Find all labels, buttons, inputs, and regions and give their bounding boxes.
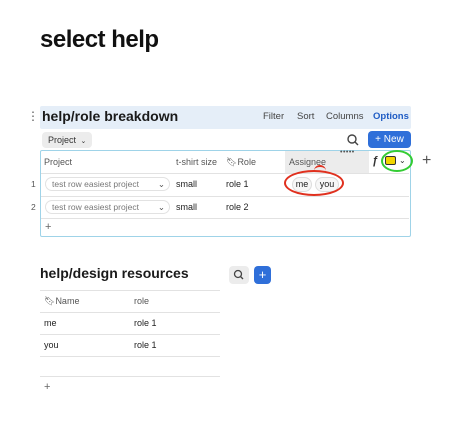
column-header-name-label: Name [55, 296, 80, 306]
page-title: select help [40, 26, 159, 53]
red-annotation-circle [284, 170, 344, 196]
add-column-button[interactable]: + [422, 152, 431, 170]
add-row-button[interactable]: + [45, 221, 51, 233]
column-header-role[interactable]: 🔖︎Role [226, 157, 256, 168]
role-cell[interactable]: role 1 [134, 340, 157, 350]
row-divider [40, 290, 220, 291]
row-number: 1 [31, 179, 36, 189]
db1-title[interactable]: help/role breakdown [42, 108, 178, 124]
project-filter-pill[interactable]: Project ⌄ [42, 132, 93, 148]
row-number: 2 [31, 202, 36, 212]
new-button-label: New [383, 134, 404, 145]
project-chip[interactable]: test row easiest project ⌄ [45, 177, 170, 191]
name-cell[interactable]: you [44, 340, 59, 350]
row-divider [41, 196, 409, 197]
column-header-tshirt-size[interactable]: t-shirt size [176, 157, 217, 167]
column-header-role-label: Role [237, 157, 256, 167]
db2-search-button[interactable] [229, 266, 249, 284]
db1-filter-row: Project ⌄ + New [40, 131, 411, 149]
db1-table: Project t-shirt size 🔖︎Role Assignee 1 t… [31, 150, 411, 237]
role-cell[interactable]: role 1 [134, 318, 157, 328]
chevron-down-icon: ⌄ [157, 202, 165, 212]
bookmark-icon: 🔖︎ [226, 157, 238, 167]
column-resize-dots[interactable]: ••••• [340, 149, 355, 156]
db2-add-row-button[interactable]: + [44, 381, 50, 393]
formula-icon[interactable]: ƒ [372, 155, 378, 167]
column-header-name[interactable]: 🔖︎Name [44, 296, 79, 307]
db2-add-button[interactable]: + [254, 266, 271, 284]
search-icon[interactable] [345, 132, 361, 148]
filter-button[interactable]: Filter [263, 111, 284, 122]
options-button[interactable]: Options [373, 111, 409, 122]
column-header-project[interactable]: Project [44, 157, 72, 167]
row-divider [40, 376, 220, 377]
sort-button[interactable]: Sort [297, 111, 314, 122]
db1-header: help/role breakdown Filter Sort Columns … [40, 106, 411, 129]
bookmark-icon: 🔖︎ [44, 296, 56, 306]
project-chip-label: test row easiest project [52, 179, 139, 189]
green-annotation-circle [381, 150, 413, 172]
columns-button[interactable]: Columns [326, 111, 364, 122]
new-button[interactable]: + New [368, 131, 411, 148]
role-cell[interactable]: role 2 [226, 202, 249, 212]
row-divider [40, 356, 220, 357]
role-cell[interactable]: role 1 [226, 179, 249, 189]
row-divider [41, 218, 409, 219]
tshirt-size-cell[interactable]: small [176, 179, 197, 189]
project-filter-label: Project [48, 135, 77, 145]
chevron-down-icon: ⌄ [80, 138, 87, 145]
row-divider [40, 312, 220, 313]
block-drag-handle[interactable]: ⋮ [27, 110, 39, 122]
search-icon [233, 269, 244, 280]
db2-title[interactable]: help/design resources [40, 265, 189, 281]
name-cell[interactable]: me [44, 318, 57, 328]
column-header-role[interactable]: role [134, 296, 149, 306]
row-divider [40, 334, 220, 335]
row-divider [41, 173, 409, 174]
project-chip[interactable]: test row easiest project ⌄ [45, 200, 170, 214]
plus-icon: + [375, 134, 384, 145]
tshirt-size-cell[interactable]: small [176, 202, 197, 212]
project-chip-label: test row easiest project [52, 202, 139, 212]
chevron-down-icon: ⌄ [157, 179, 165, 189]
